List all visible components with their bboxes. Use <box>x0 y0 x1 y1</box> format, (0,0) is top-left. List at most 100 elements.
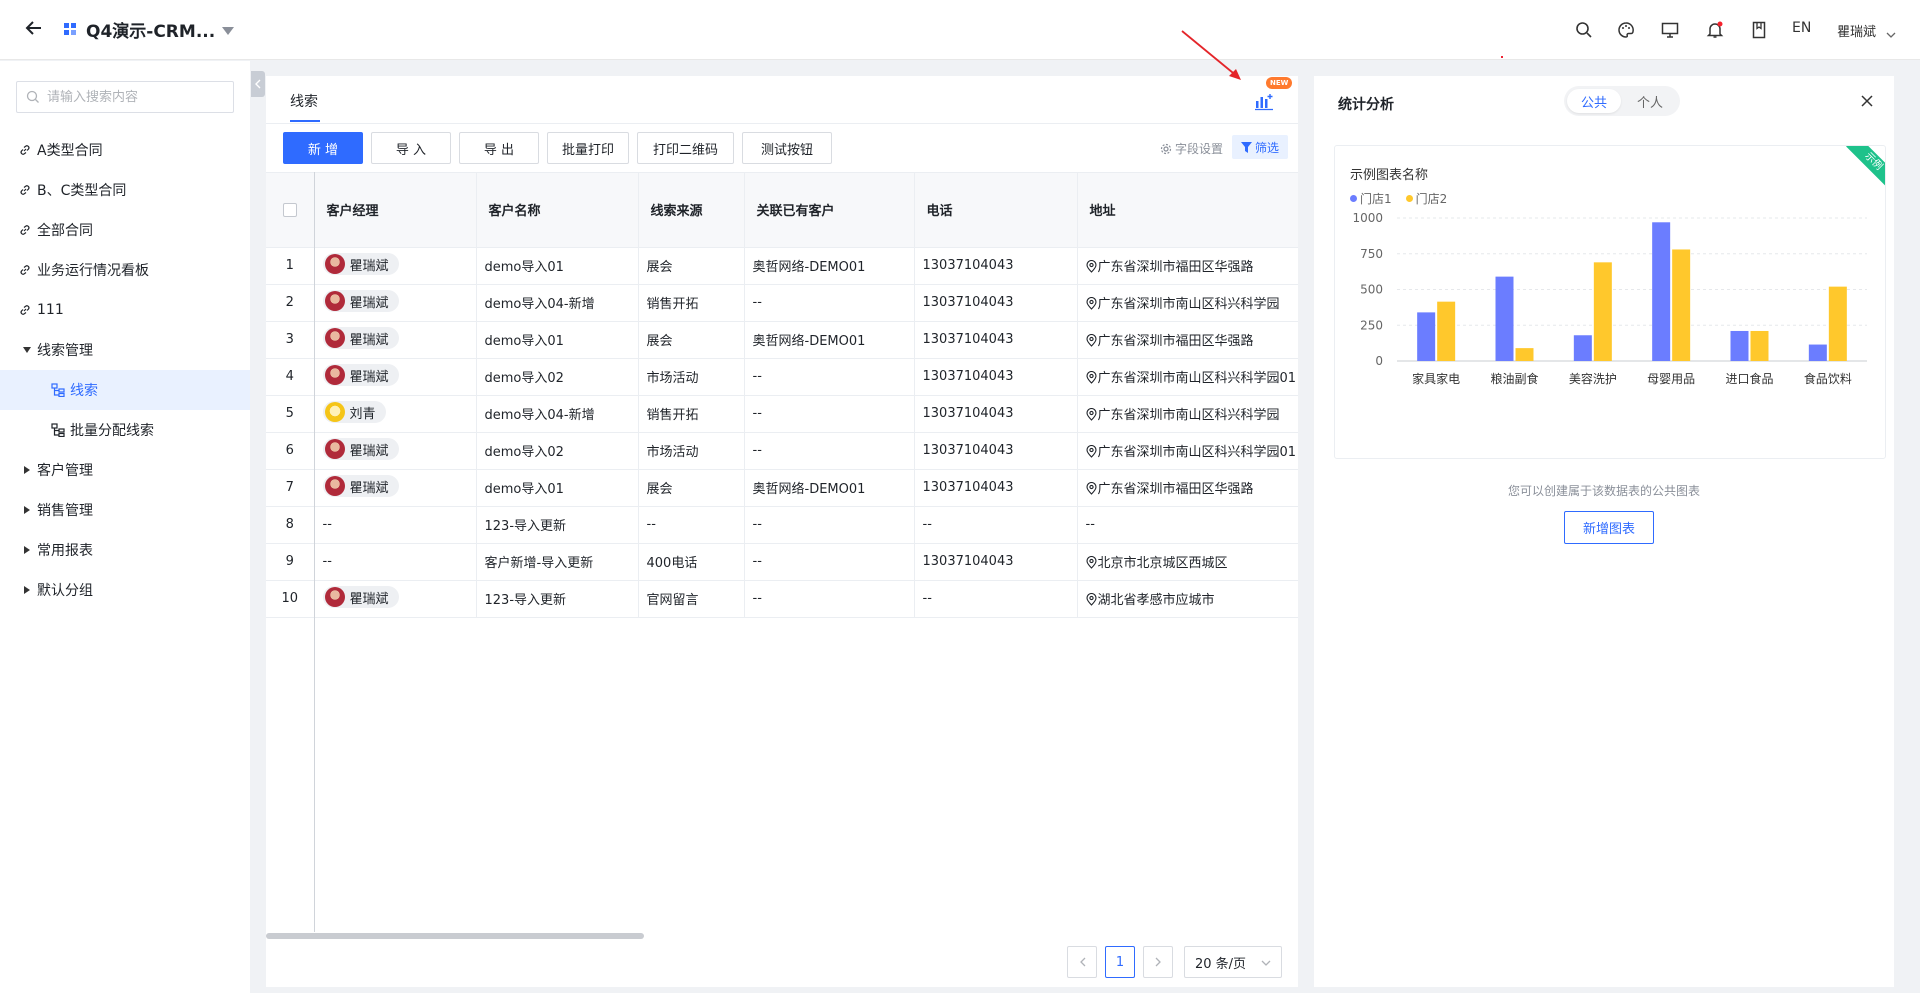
bar <box>1750 330 1769 361</box>
horizontal-scrollbar[interactable] <box>266 933 644 939</box>
table-row[interactable]: 1 瞿瑞斌 demo导入01 展会 奥哲网络-DEMO01 13037104043 广东省深… <box>266 247 1298 285</box>
filter-button[interactable]: 筛选 <box>1232 135 1288 159</box>
table-row[interactable]: 6 瞿瑞斌 demo导入02 市场活动 -- 13037104043 广东省深圳市南山区科兴… <box>266 432 1298 470</box>
address-cell: 广东省深圳市福田区华强路 <box>1077 247 1298 285</box>
customer-name-cell[interactable]: 123-导入更新 <box>476 506 639 544</box>
example-chart-card[interactable]: 示例 示例图表名称 门店1 门店2 0 250 500 750 1000 家具家电 粮油副食… <box>1334 145 1886 459</box>
column-header[interactable]: 关联已有客户 <box>744 173 915 248</box>
table-row[interactable]: 5 刘青 demo导入04-新增 销售开拓 -- 13037104043 广东省深圳市南山区… <box>266 395 1298 433</box>
select-all-cell[interactable] <box>266 173 315 248</box>
customer-name-cell[interactable]: demo导入02 <box>476 432 639 470</box>
column-header[interactable]: 线索来源 <box>638 173 745 248</box>
customer-name-cell[interactable]: demo导入04-新增 <box>476 284 639 322</box>
prev-page-button[interactable] <box>1067 946 1097 978</box>
add-chart-button[interactable]: 新增图表 <box>1564 511 1654 544</box>
customer-name-cell[interactable]: demo导入01 <box>476 469 639 507</box>
batch-print-button[interactable]: 批量打印 <box>547 132 629 164</box>
related-customer-cell: -- <box>744 284 915 322</box>
sidebar-item-all-contracts[interactable]: 全部合同 <box>0 210 250 250</box>
owner-tag[interactable]: 刘青 <box>322 401 386 423</box>
column-header[interactable]: 客户经理 <box>314 173 477 248</box>
sidebar-search-input[interactable] <box>47 87 227 107</box>
test-button[interactable]: 测试按钮 <box>742 132 832 164</box>
table-row[interactable]: 9 -- 客户新增-导入更新 400电话 -- 13037104043 北京市北京城区西城区 <box>266 543 1298 581</box>
palette-icon[interactable] <box>1614 18 1638 42</box>
sidebar-collapse-toggle[interactable] <box>251 71 265 97</box>
print-qr-button[interactable]: 打印二维码 <box>637 132 734 164</box>
owner-name: 瞿瑞斌 <box>349 443 389 459</box>
search-icon[interactable] <box>1572 18 1596 42</box>
user-menu[interactable]: 瞿瑞斌 <box>1837 21 1876 40</box>
customer-name-cell[interactable]: demo导入02 <box>476 358 639 396</box>
tab-leads[interactable]: 线索 <box>290 91 318 111</box>
page-number[interactable]: 1 <box>1105 946 1135 978</box>
chevron-down-icon[interactable] <box>1886 27 1896 42</box>
table-row[interactable]: 3 瞿瑞斌 demo导入01 展会 奥哲网络-DEMO01 13037104043 广东省深… <box>266 321 1298 359</box>
table-row[interactable]: 8 -- 123-导入更新 -- -- -- -- <box>266 506 1298 544</box>
sidebar-group-lead-management[interactable]: 线索管理 <box>0 330 250 370</box>
sidebar-item-leads[interactable]: 线索 <box>0 370 250 410</box>
book-icon[interactable] <box>1747 18 1771 42</box>
caret-right-icon <box>21 542 33 558</box>
owner-tag[interactable]: 瞿瑞斌 <box>322 586 399 608</box>
field-settings-button[interactable]: 字段设置 <box>1160 140 1223 157</box>
customer-name-cell[interactable]: demo导入04-新增 <box>476 395 639 433</box>
select-all-checkbox[interactable] <box>282 202 297 217</box>
caret-right-icon <box>21 462 33 478</box>
sidebar-item-label: 线索 <box>70 383 98 399</box>
owner-name: 刘青 <box>349 406 376 422</box>
language-switch[interactable]: EN <box>1792 20 1811 36</box>
owner-tag[interactable]: 瞿瑞斌 <box>322 438 399 460</box>
app-title[interactable]: Q4演示-CRM... <box>86 17 215 42</box>
owner-tag[interactable]: 瞿瑞斌 <box>322 364 399 386</box>
column-header[interactable]: 地址 <box>1077 173 1298 248</box>
related-customer-cell: 奥哲网络-DEMO01 <box>744 247 915 285</box>
sidebar-group-customer-management[interactable]: 客户管理 <box>0 450 250 490</box>
owner-tag[interactable]: 瞿瑞斌 <box>322 253 399 275</box>
sidebar-group-common-reports[interactable]: 常用报表 <box>0 530 250 570</box>
scope-public-tab[interactable]: 公共 <box>1567 89 1621 113</box>
export-button[interactable]: 导 出 <box>459 132 539 164</box>
caret-down-icon[interactable] <box>222 24 234 39</box>
chart-analysis-icon[interactable] <box>1253 90 1275 112</box>
next-page-button[interactable] <box>1143 946 1173 978</box>
import-button[interactable]: 导 入 <box>371 132 451 164</box>
sidebar-search[interactable] <box>16 81 234 113</box>
monitor-icon[interactable] <box>1658 18 1682 42</box>
column-header[interactable]: 电话 <box>914 173 1078 248</box>
table-row[interactable]: 4 瞿瑞斌 demo导入02 市场活动 -- 13037104043 广东省深圳市南山区科兴… <box>266 358 1298 396</box>
table-row[interactable]: 2 瞿瑞斌 demo导入04-新增 销售开拓 -- 13037104043 广东省深圳市南山… <box>266 284 1298 322</box>
bar <box>1730 330 1749 361</box>
table-row[interactable]: 10 瞿瑞斌 123-导入更新 官网留言 -- -- 湖北省孝感市应城市 <box>266 580 1298 618</box>
gear-icon <box>1160 143 1172 154</box>
bell-icon[interactable] <box>1703 18 1727 42</box>
source-cell: 市场活动 <box>638 432 745 470</box>
customer-name-cell[interactable]: 123-导入更新 <box>476 580 639 618</box>
sidebar-item-label: 全部合同 <box>37 223 93 239</box>
column-header[interactable]: 客户名称 <box>476 173 639 248</box>
page-size-select[interactable]: 20 条/页 <box>1184 946 1282 978</box>
customer-name-cell[interactable]: demo导入01 <box>476 247 639 285</box>
table-row[interactable]: 7 瞿瑞斌 demo导入01 展会 奥哲网络-DEMO01 13037104043 广东省深… <box>266 469 1298 507</box>
scope-switch: 公共 个人 <box>1564 86 1680 116</box>
owner-tag[interactable]: 瞿瑞斌 <box>322 327 399 349</box>
sidebar-item-bc-contract[interactable]: B、C类型合同 <box>0 170 250 210</box>
owner-cell: 瞿瑞斌 <box>314 469 477 507</box>
owner-tag[interactable]: 瞿瑞斌 <box>322 290 399 312</box>
sidebar-item-a-contract[interactable]: A类型合同 <box>0 130 250 170</box>
sidebar-item-111[interactable]: 111 <box>0 290 250 330</box>
close-icon[interactable] <box>1858 92 1876 110</box>
sidebar-item-label: 线索管理 <box>37 343 93 359</box>
sidebar-group-sales-management[interactable]: 销售管理 <box>0 490 250 530</box>
avatar <box>324 291 345 311</box>
add-button[interactable]: 新 增 <box>283 132 363 164</box>
customer-name-cell[interactable]: demo导入01 <box>476 321 639 359</box>
owner-tag[interactable]: 瞿瑞斌 <box>322 475 399 497</box>
customer-name-cell[interactable]: 客户新增-导入更新 <box>476 543 639 581</box>
y-tick-label: 750 <box>1360 247 1383 261</box>
back-arrow-icon[interactable] <box>22 16 46 40</box>
sidebar-item-business-board[interactable]: 业务运行情况看板 <box>0 250 250 290</box>
sidebar-group-default[interactable]: 默认分组 <box>0 570 250 610</box>
sidebar-item-batch-assign[interactable]: 批量分配线索 <box>0 410 250 450</box>
scope-personal-tab[interactable]: 个人 <box>1623 89 1677 113</box>
